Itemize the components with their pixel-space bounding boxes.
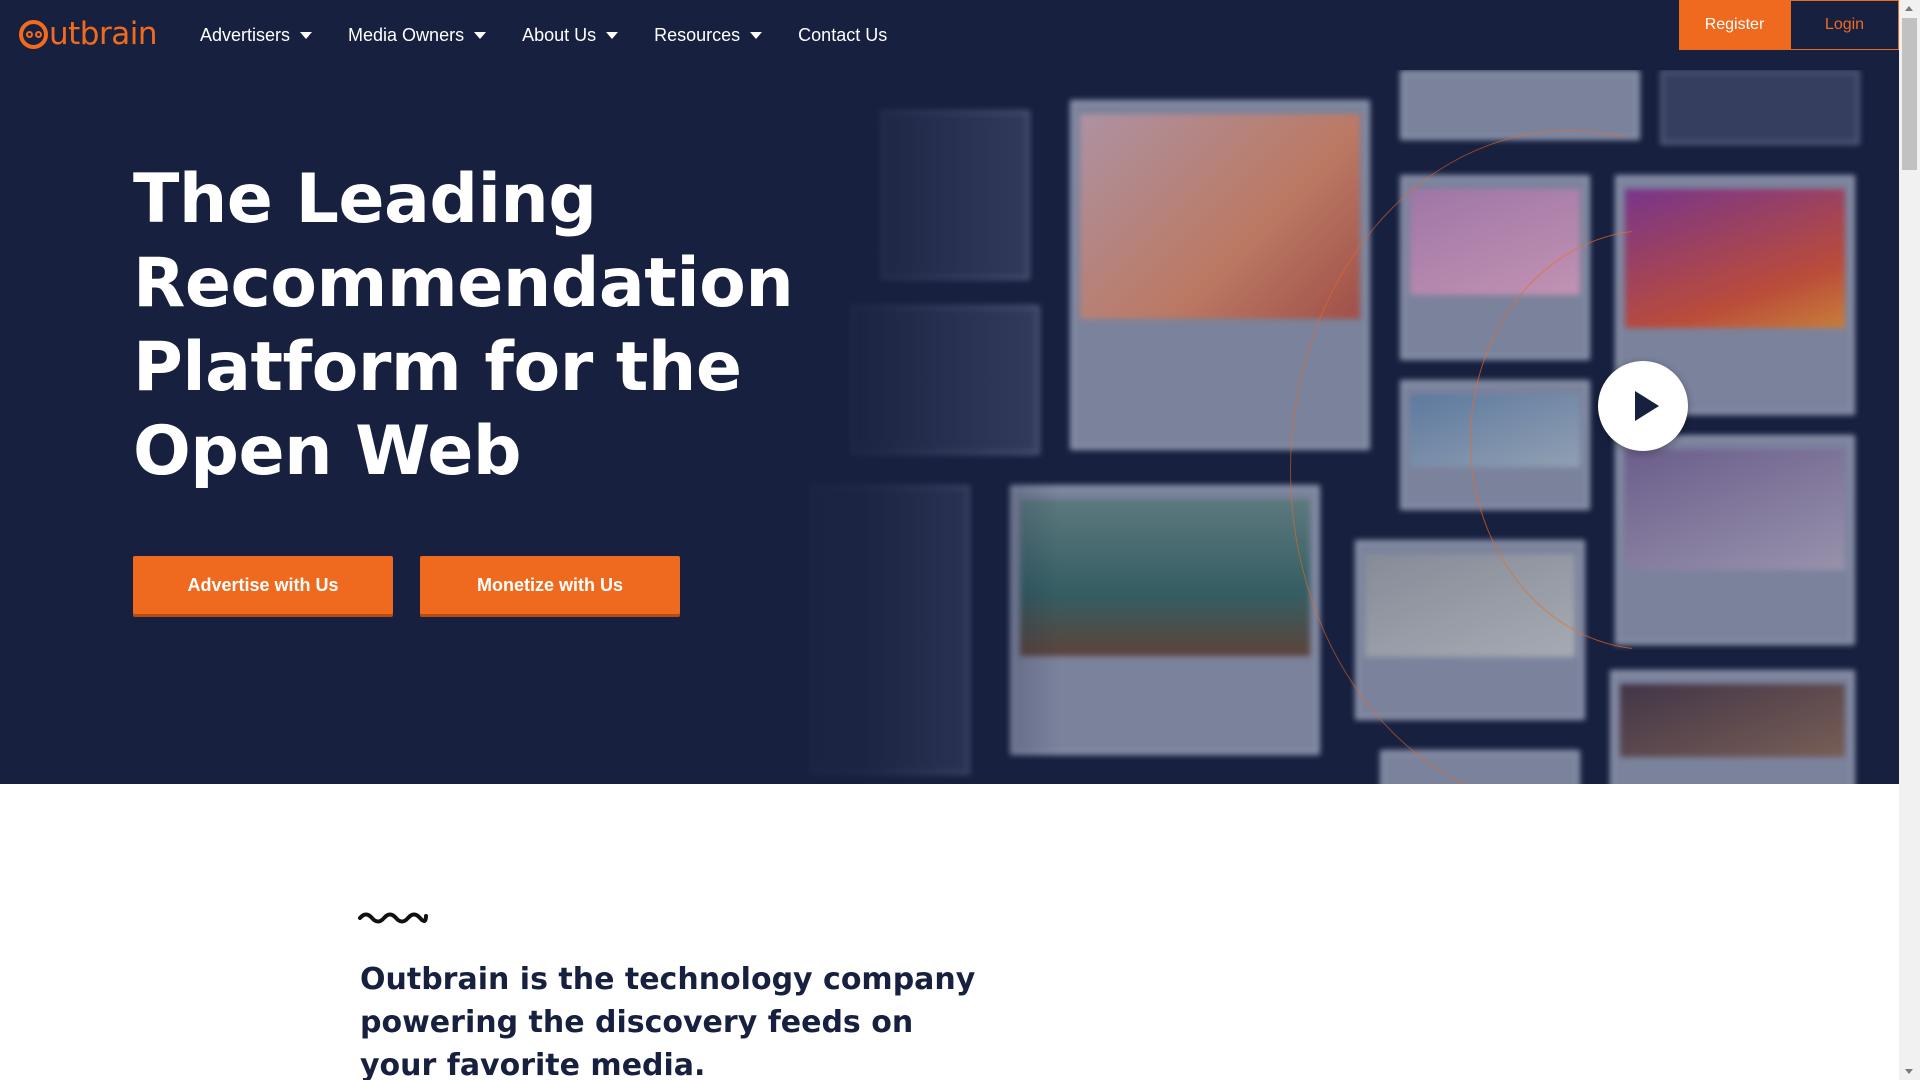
nav-advertisers-label: Advertisers <box>200 24 291 45</box>
scroll-down-arrow-icon[interactable] <box>1905 1069 1913 1074</box>
hero-title: The Leading Recommendation Platform for … <box>133 160 794 491</box>
play-icon <box>1634 391 1659 421</box>
monetize-with-us-button[interactable]: Monetize with Us <box>420 556 680 614</box>
caret-down-icon <box>606 31 619 39</box>
nav-resources-label: Resources <box>654 24 741 45</box>
caret-down-icon <box>474 31 487 39</box>
nav-about-us-label: About Us <box>522 24 597 45</box>
outbrain-logo[interactable]: utbrain <box>19 14 157 54</box>
squiggle-divider-icon <box>358 912 428 924</box>
nav-resources[interactable]: Resources <box>654 24 763 46</box>
register-button[interactable]: Register <box>1679 0 1790 50</box>
nav-media-owners[interactable]: Media Owners <box>348 24 487 46</box>
scrollbar-thumb[interactable] <box>1902 18 1917 170</box>
play-video-button[interactable] <box>1598 361 1688 451</box>
intro-tagline: Outbrain is the technology company power… <box>360 962 976 1080</box>
nav-advertisers[interactable]: Advertisers <box>200 24 313 46</box>
login-button[interactable]: Login <box>1790 0 1899 50</box>
scroll-up-arrow-icon[interactable] <box>1905 6 1913 11</box>
caret-down-icon <box>300 31 313 39</box>
nav-about-us[interactable]: About Us <box>522 24 619 46</box>
logo-mark-icon <box>19 19 48 49</box>
top-navigation: utbrain Advertisers Media Owners About U… <box>0 0 1899 70</box>
page-scrollbar[interactable] <box>1899 0 1920 1080</box>
hero-section: The Leading Recommendation Platform for … <box>0 70 1899 784</box>
caret-down-icon <box>750 31 763 39</box>
logo-wordmark: utbrain <box>49 15 157 52</box>
nav-contact-us-label: Contact Us <box>798 24 888 45</box>
advertise-with-us-button[interactable]: Advertise with Us <box>133 556 393 614</box>
nav-contact-us[interactable]: Contact Us <box>798 25 887 46</box>
nav-media-owners-label: Media Owners <box>348 24 465 45</box>
main-nav: Advertisers Media Owners About Us Resour… <box>200 0 923 70</box>
